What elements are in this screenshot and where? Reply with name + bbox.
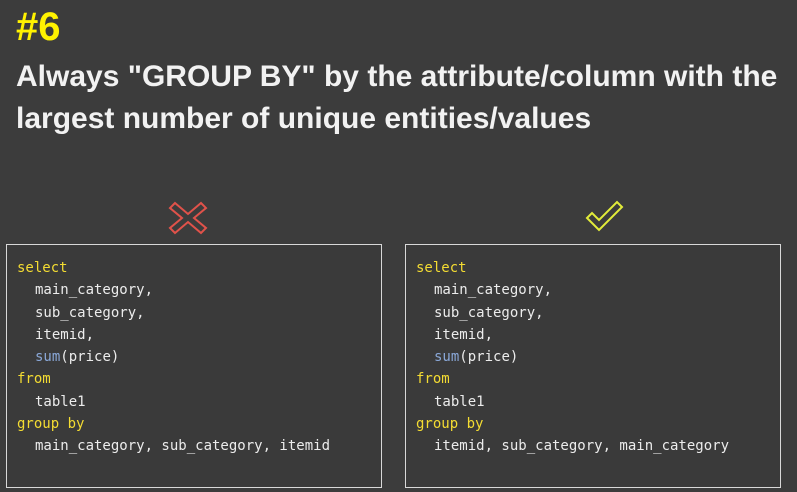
code-line: sum(price) (17, 346, 330, 368)
code-line: group by (416, 416, 484, 433)
code-line: main_category, (434, 282, 553, 299)
code-line: sum(price) (416, 346, 729, 368)
code-line: main_category, sub_category, itemid (35, 438, 331, 455)
code-line: table1 (434, 393, 485, 410)
cross-icon (168, 201, 208, 235)
right-example-panel: select main_category, sub_category, itemid,… (405, 244, 781, 488)
code-line: itemid, sub_category, main_category (434, 438, 730, 455)
code-line: sub_category, (434, 304, 544, 321)
code-line: select (17, 260, 68, 276)
code-line: table1 (35, 393, 86, 410)
code-line: select (416, 260, 467, 276)
code-line: itemid, (35, 326, 95, 343)
right-example-code: select main_category, sub_category, itemid,… (416, 257, 729, 458)
function-name: sum (434, 349, 460, 366)
code-line: itemid, (434, 326, 494, 343)
function-name: sum (35, 349, 61, 366)
tip-number: #6 (16, 5, 61, 49)
checkmark-icon (585, 200, 624, 232)
code-line: main_category, (35, 282, 154, 299)
function-args: (price) (459, 349, 519, 366)
function-args: (price) (60, 349, 120, 366)
code-line: group by (17, 416, 85, 433)
headline: Always "GROUP BY" by the attribute/colum… (16, 60, 778, 135)
wrong-example-code: select main_category, sub_category, itemid,… (17, 257, 330, 458)
wrong-example-panel: select main_category, sub_category, itemid,… (6, 244, 382, 488)
code-line: from (17, 371, 51, 388)
code-line: sub_category, (35, 304, 145, 321)
code-line: from (416, 371, 450, 388)
